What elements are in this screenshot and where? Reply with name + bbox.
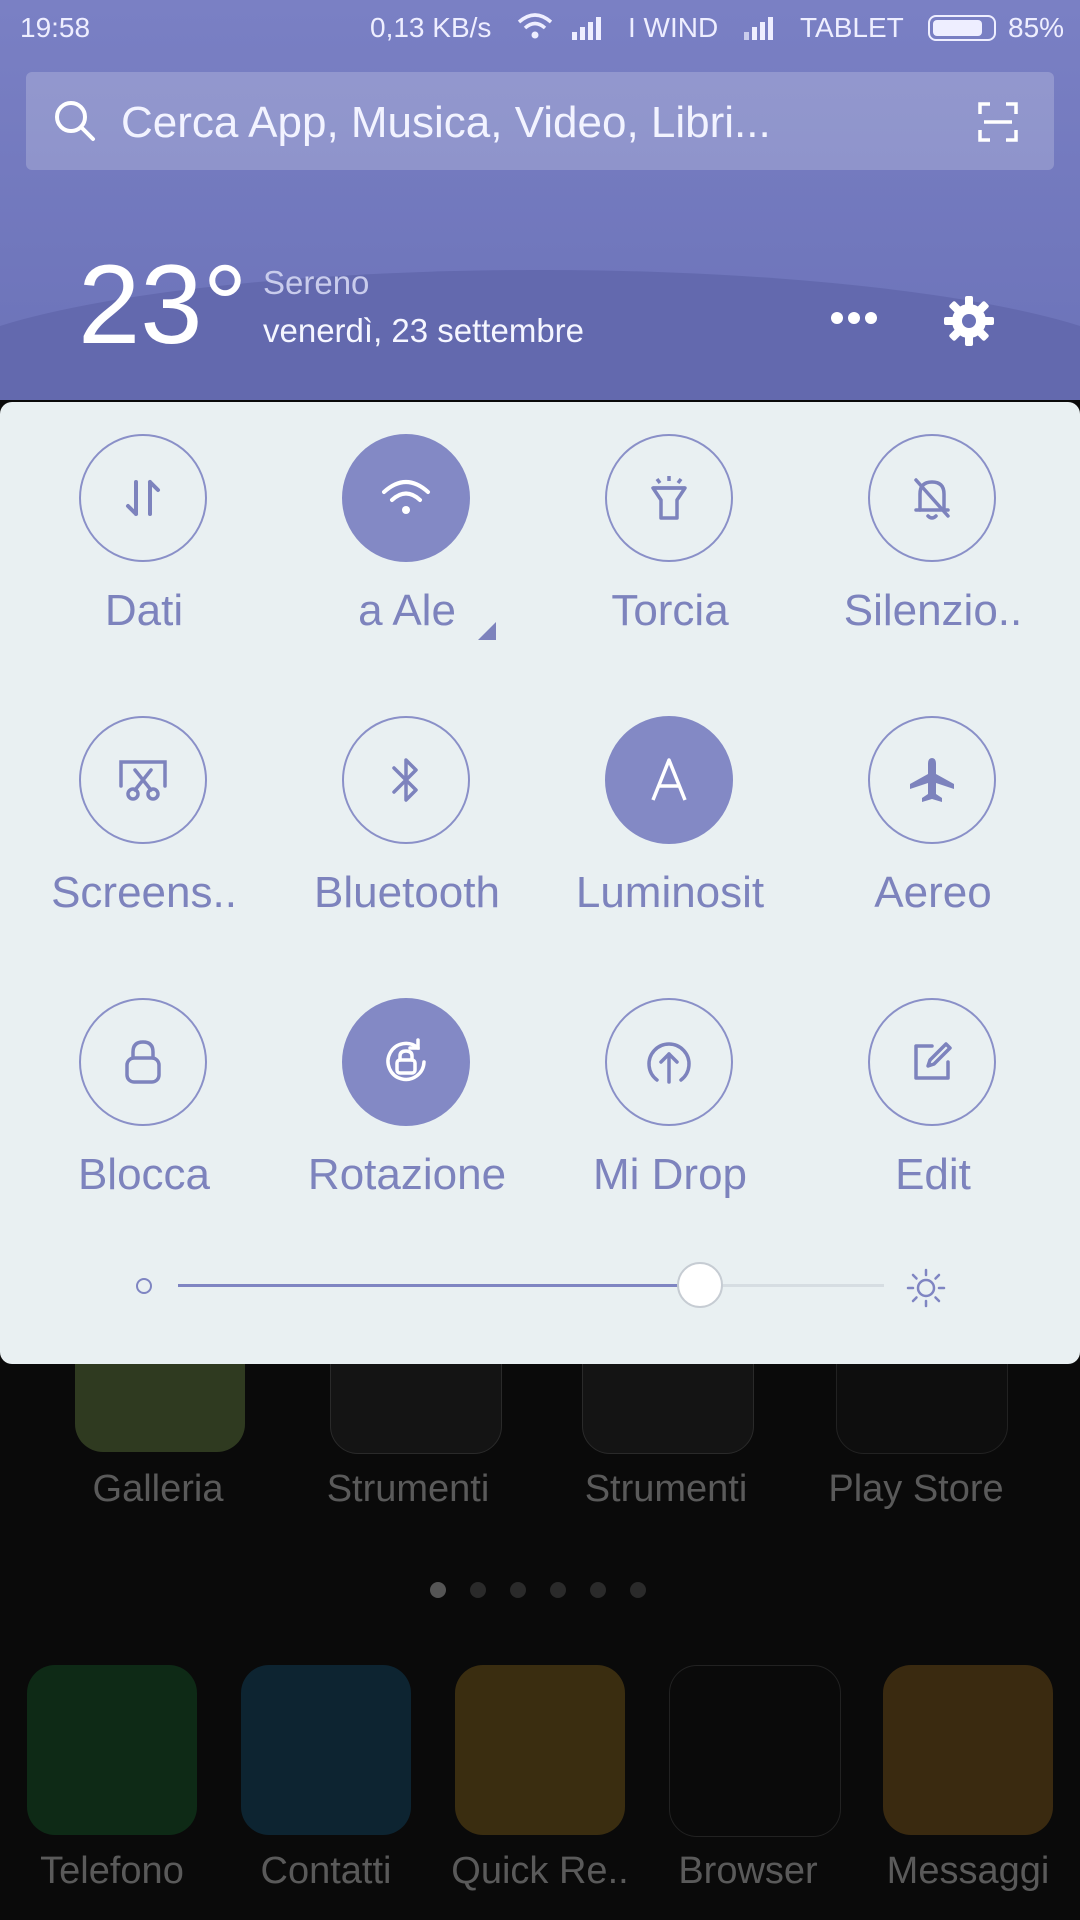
more-options-icon[interactable] (830, 310, 878, 331)
quick-toggle-rotation-lock[interactable]: Rotazione (277, 966, 537, 1226)
toggle-label: Dati (104, 586, 184, 635)
quick-toggle-data-arrows[interactable]: Dati (14, 402, 274, 662)
expand-caret-icon[interactable] (478, 622, 496, 640)
toggle-label: Mi Drop (592, 1150, 748, 1199)
weather-condition: Sereno (263, 264, 370, 301)
quick-toggle-flashlight[interactable]: Torcia (540, 402, 800, 662)
screenshot-icon (117, 756, 169, 804)
wifi-status-icon (515, 12, 555, 49)
phone-app-icon[interactable] (27, 1665, 197, 1835)
browser-folder-icon[interactable] (669, 1665, 841, 1837)
quick-settings-panel: Dati a Ale Torcia Silenzio.. Screens.. Blueto… (0, 402, 1080, 1364)
app-label: Galleria (92, 1468, 224, 1510)
quick-toggle-screenshot[interactable]: Screens.. (14, 684, 274, 944)
flashlight-icon (645, 472, 693, 524)
toggle-label: Luminosit (575, 868, 765, 917)
toggle-button[interactable] (79, 716, 207, 844)
toggle-button[interactable] (342, 716, 470, 844)
brightness-low-icon (134, 1276, 154, 1301)
temperature: 23° (78, 242, 248, 367)
quick-toggle-bell-off[interactable]: Silenzio.. (803, 402, 1063, 662)
toggle-label: a Ale (358, 586, 456, 635)
search-bar[interactable]: Cerca App, Musica, Video, Libri... (26, 72, 1054, 170)
toggle-button[interactable] (868, 434, 996, 562)
bluetooth-icon (386, 754, 426, 806)
notification-header: 19:58 0,13 KB/s I WIND TABLET 85% Cerca … (0, 0, 1080, 400)
search-input[interactable]: Cerca App, Musica, Video, Libri... (121, 98, 771, 148)
brightness-slider-fill (178, 1284, 700, 1287)
settings-gear-icon[interactable] (942, 294, 996, 353)
clock: 19:58 (20, 12, 91, 43)
quick-toggle-upload[interactable]: Mi Drop (540, 966, 800, 1226)
app-label: Messaggi (886, 1850, 1050, 1892)
page-dot (590, 1582, 606, 1598)
signal-icon (742, 14, 782, 49)
toggle-label: Torcia (611, 586, 729, 635)
app-label: Strumenti (326, 1468, 490, 1510)
toggle-label: Rotazione (307, 1150, 507, 1199)
carrier-name: I WIND (628, 12, 719, 43)
battery-icon (928, 15, 996, 48)
toggle-button[interactable] (79, 998, 207, 1126)
toggle-label: Silenzio.. (843, 586, 1023, 635)
quick-toggle-edit[interactable]: Edit (803, 966, 1063, 1226)
toggle-button[interactable] (605, 434, 733, 562)
toggle-button[interactable] (342, 998, 470, 1126)
quick-toggle-auto-brightness[interactable]: Luminosit (540, 684, 800, 944)
wifi-icon (378, 474, 434, 522)
app-label: Strumenti (584, 1468, 748, 1510)
quick-toggle-lock[interactable]: Blocca (14, 966, 274, 1226)
carrier-name: TABLET (800, 12, 904, 43)
auto-brightness-icon (645, 754, 693, 806)
toggle-button[interactable] (868, 716, 996, 844)
messages-app-icon[interactable] (883, 1665, 1053, 1835)
brightness-slider-thumb[interactable] (677, 1262, 723, 1308)
airplane-icon (906, 754, 958, 806)
brightness-high-icon (906, 1268, 946, 1313)
date-label: venerdì, 23 settembre (263, 312, 585, 349)
toggle-label: Aereo (874, 868, 992, 917)
toggle-button[interactable] (605, 716, 733, 844)
page-dot (550, 1582, 566, 1598)
quick-toggle-wifi[interactable]: a Ale (277, 402, 537, 662)
signal-icon (570, 14, 610, 49)
toggle-button[interactable] (342, 434, 470, 562)
page-indicator (430, 1582, 650, 1602)
brightness-slider[interactable] (178, 1262, 884, 1308)
bell-off-icon (908, 472, 956, 524)
contacts-app-icon[interactable] (241, 1665, 411, 1835)
toggle-button[interactable] (605, 998, 733, 1126)
toggle-label: Screens.. (51, 868, 237, 917)
rotation-lock-icon (378, 1034, 434, 1090)
toggle-label: Blocca (77, 1150, 211, 1199)
battery-percentage: 85% (1008, 12, 1065, 43)
search-icon (52, 98, 98, 149)
toggle-button[interactable] (79, 434, 207, 562)
quick-toggle-bluetooth[interactable]: Bluetooth (277, 684, 537, 944)
edit-icon (908, 1038, 956, 1086)
scan-icon[interactable] (978, 102, 1018, 147)
quick-reboot-app-icon[interactable] (455, 1665, 625, 1835)
page-dot (470, 1582, 486, 1598)
upload-icon (643, 1036, 695, 1088)
page-dot (630, 1582, 646, 1598)
toggle-label: Bluetooth (314, 868, 500, 917)
quick-toggle-airplane[interactable]: Aereo (803, 684, 1063, 944)
network-speed: 0,13 KB/s (370, 12, 492, 43)
app-label: Play Store (828, 1468, 1004, 1510)
status-bar: 19:58 0,13 KB/s I WIND TABLET 85% (0, 0, 1080, 60)
toggle-button[interactable] (868, 998, 996, 1126)
page-dot (510, 1582, 526, 1598)
data-arrows-icon (119, 474, 167, 522)
lock-icon (121, 1036, 165, 1088)
toggle-label: Edit (895, 1150, 971, 1199)
page-dot-active (430, 1582, 446, 1598)
